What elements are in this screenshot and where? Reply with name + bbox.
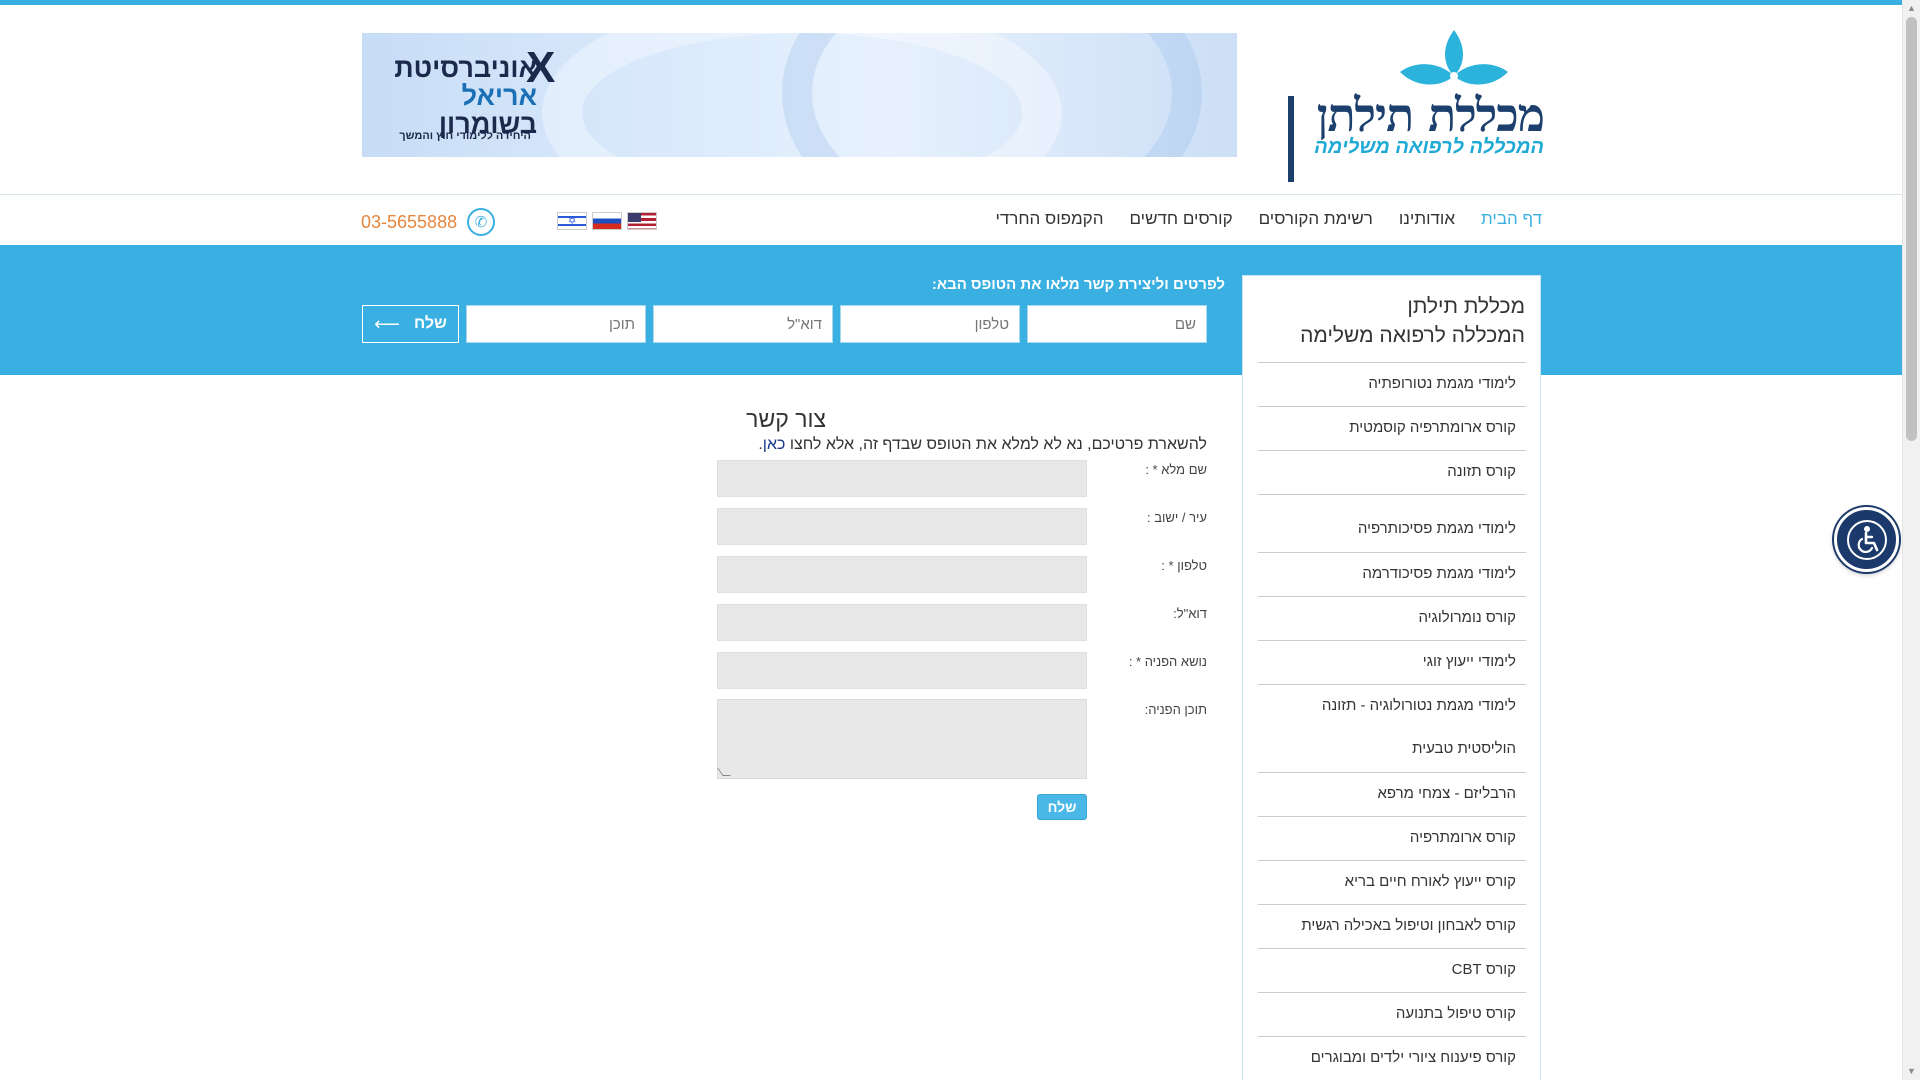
email-input[interactable]	[717, 604, 1087, 641]
click-here-link[interactable]: כאן	[763, 436, 786, 453]
contact-send-button[interactable]: שלח	[1037, 794, 1087, 820]
banner-line-2: אריאל	[461, 81, 537, 111]
sidebar-item-cosmetic-aromatherapy[interactable]: קורס ארומתרפיה קוסמטית	[1258, 406, 1526, 450]
sidebar-item-cbt[interactable]: קורס CBT	[1258, 948, 1526, 992]
sidebar-item-nutrition[interactable]: קורס תזונה	[1258, 450, 1526, 494]
contact-description-text: להשארת פרטיכם, נא לא למלא את הטופס שבדף …	[789, 436, 1207, 453]
nav-item-about[interactable]: אודותינו	[1399, 209, 1455, 229]
language-flags	[557, 212, 657, 230]
quick-form-title: לפרטים וליצירת קשר מלאו את הטופס הבא:	[931, 276, 1225, 293]
contact-page-title: צור קשר	[746, 406, 826, 432]
subject-input[interactable]	[717, 652, 1087, 689]
city-input[interactable]	[717, 508, 1087, 545]
content-textarea[interactable]	[717, 699, 1087, 779]
logo-subtitle: המכללה לרפואה משלימה	[1314, 136, 1544, 158]
top-accent-line	[0, 0, 1902, 5]
phone-icon: ✆	[467, 208, 496, 236]
sidebar-item-psychodrama[interactable]: לימודי מגמת פסיכודרמה	[1258, 552, 1526, 596]
quick-email-input[interactable]	[653, 305, 833, 343]
sidebar-item-herbalism[interactable]: הרבליזם - צמחי מרפא	[1258, 772, 1526, 816]
sidebar-title-line-1: מכללת תילתן	[1407, 295, 1525, 318]
banner-line-1: אוניברסיטת	[394, 53, 537, 83]
phone-number[interactable]: 03-5655888	[361, 212, 457, 233]
quick-send-label: שלח	[413, 315, 447, 332]
logo-letter-bar	[1288, 96, 1294, 182]
arrow-left-icon: ⟵	[374, 313, 400, 334]
israel-flag-icon[interactable]	[557, 212, 587, 230]
sidebar-item-emotional-eating[interactable]: קורס לאבחון וטיפול באכילה רגשית	[1258, 904, 1526, 948]
scroll-up-arrow-icon[interactable]: ▲	[1903, 0, 1920, 17]
courses-sidebar: מכללת תילתן המכללה לרפואה משלימה לימודי …	[1242, 275, 1541, 1080]
sidebar-item-psychotherapy[interactable]: לימודי מגמת פסיכותרפיה	[1258, 508, 1526, 552]
nav-item-haredi-campus[interactable]: הקמפוס החרדי	[995, 209, 1103, 229]
scroll-down-arrow-icon[interactable]: ▼	[1903, 1063, 1920, 1080]
nav-item-new-courses[interactable]: קורסים חדשים	[1129, 209, 1232, 229]
nav-item-home[interactable]: דף הבית	[1481, 209, 1542, 229]
ariel-university-banner[interactable]: X אוניברסיטת אריאל בשומרון היחידה ללימוד…	[362, 33, 1237, 157]
sidebar-item-naturopathy[interactable]: לימודי מגמת נטורופתיה	[1258, 362, 1526, 406]
usa-flag-icon[interactable]	[627, 212, 657, 230]
quick-send-button[interactable]: שלח ⟵	[362, 305, 459, 343]
sidebar-item-numerology[interactable]: קורס נומרולוגיה	[1258, 596, 1526, 640]
banner-line-4: היחידה ללימודי חוץ והמשך	[399, 130, 531, 142]
sidebar-item-holistic-natural[interactable]: הוליסטית טבעית	[1258, 728, 1526, 772]
page-scrollbar[interactable]: ▲ ▼	[1902, 0, 1920, 1080]
sidebar-title-line-2: המכללה לרפואה משלימה	[1300, 324, 1525, 347]
sidebar-divider	[1258, 494, 1526, 508]
wheelchair-icon	[1846, 519, 1887, 560]
logo-title: מכללת תילתן	[1316, 88, 1545, 142]
phone-label: טלפון * :	[1161, 558, 1207, 573]
banner-decoration	[782, 33, 1202, 157]
sidebar-item-couples-counseling[interactable]: לימודי ייעוץ זוגי	[1258, 640, 1526, 684]
nav-item-course-list[interactable]: רשימת הקורסים	[1259, 209, 1373, 229]
quick-content-input[interactable]	[466, 305, 646, 343]
full-name-label: שם מלא * :	[1145, 462, 1207, 477]
scrollbar-thumb[interactable]	[1906, 17, 1917, 441]
full-name-input[interactable]	[717, 460, 1087, 497]
phone-contact[interactable]: 03-5655888 ✆	[361, 208, 496, 236]
sidebar-item-drawing-interpretation[interactable]: קורס פיענוח ציורי ילדים ומבוגרים	[1258, 1036, 1526, 1080]
subject-label: נושא הפניה * :	[1128, 654, 1207, 669]
phone-input[interactable]	[717, 556, 1087, 593]
sidebar-course-list: לימודי מגמת נטורופתיה קורס ארומתרפיה קוס…	[1258, 362, 1526, 1080]
main-nav: דף הבית אודותינו רשימת הקורסים קורסים חד…	[995, 209, 1542, 229]
sidebar-item-movement-therapy[interactable]: קורס טיפול בתנועה	[1258, 992, 1526, 1036]
sidebar-title: מכללת תילתן המכללה לרפואה משלימה	[1300, 292, 1525, 350]
accessibility-button[interactable]	[1834, 507, 1899, 572]
sidebar-item-naturology-nutrition[interactable]: לימודי מגמת נטורולוגיה - תזונה	[1258, 684, 1526, 728]
russia-flag-icon[interactable]	[592, 212, 622, 230]
college-logo[interactable]: מכללת תילתן המכללה לרפואה משלימה	[1284, 26, 1545, 182]
city-label: עיר / ישוב :	[1147, 510, 1207, 525]
contact-description: להשארת פרטיכם, נא לא למלא את הטופס שבדף …	[758, 436, 1207, 454]
sidebar-item-healthy-lifestyle[interactable]: קורס ייעוץ לאורח חיים בריא	[1258, 860, 1526, 904]
quick-phone-input[interactable]	[840, 305, 1020, 343]
quick-name-input[interactable]	[1027, 305, 1207, 343]
email-label: דוא"ל:	[1173, 606, 1207, 621]
header-separator	[0, 194, 1902, 195]
sidebar-item-aromatherapy[interactable]: קורס ארומתרפיה	[1258, 816, 1526, 860]
content-label: תוכן הפניה:	[1144, 702, 1207, 717]
